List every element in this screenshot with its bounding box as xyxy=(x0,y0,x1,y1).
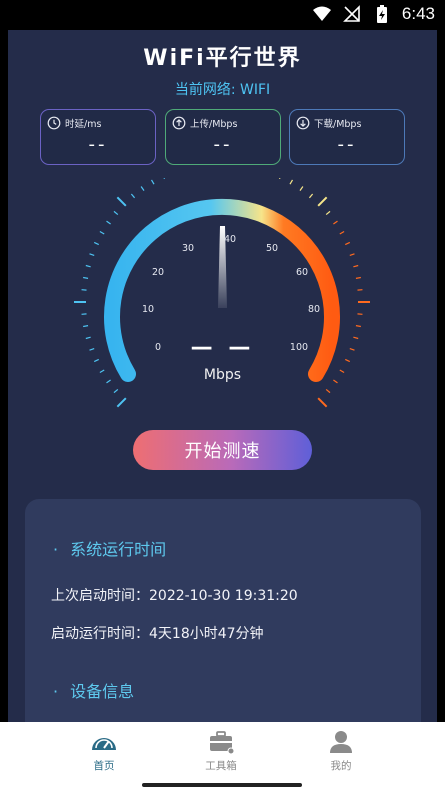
gauge-tick xyxy=(130,193,136,199)
scale-label-50: 50 xyxy=(266,243,278,254)
gauge-tick xyxy=(150,179,155,185)
app-screen: WiFi平行世界 当前网络: WIFI 时延/ms -- 上传/Mbps -- … xyxy=(8,30,437,793)
tab-mine-label: 我的 xyxy=(330,760,352,772)
gauge-tick xyxy=(325,388,331,394)
gauge-tick xyxy=(83,276,89,279)
user-icon xyxy=(330,731,352,753)
download-value: -- xyxy=(337,134,357,155)
tab-toolbox[interactable]: 工具箱 xyxy=(191,728,251,773)
gauge-tick xyxy=(355,325,361,328)
scale-label-40: 40 xyxy=(224,234,236,245)
device-section-label: 设备信息 xyxy=(70,682,135,701)
gauge-tick xyxy=(113,388,119,394)
bullet-dot: · xyxy=(53,540,59,559)
bullet-dot: · xyxy=(53,682,59,701)
tab-home[interactable]: 首页 xyxy=(74,728,134,773)
latency-card: 时延/ms -- xyxy=(40,109,156,165)
gauge-tick xyxy=(83,325,89,328)
scale-label-10: 10 xyxy=(142,304,154,315)
speed-unit: Mbps xyxy=(203,367,242,383)
download-label: 下载/Mbps xyxy=(314,119,362,130)
gauge-tick xyxy=(140,186,145,191)
scale-label-80: 80 xyxy=(308,304,320,315)
upload-label: 上传/Mbps xyxy=(190,119,238,130)
uptime-section-label: 系统运行时间 xyxy=(70,540,167,559)
gauge-tick xyxy=(113,210,119,216)
gauge-tick xyxy=(89,253,95,257)
gauge-tick xyxy=(116,196,127,207)
download-card: 下载/Mbps -- xyxy=(289,109,405,165)
latency-label: 时延/ms xyxy=(65,119,102,130)
latency-value: -- xyxy=(88,134,108,155)
last-boot-row: 上次启动时间：2022-10-30 19:31:20 xyxy=(51,585,298,605)
clock-icon xyxy=(47,116,61,130)
scale-label-30: 30 xyxy=(182,243,194,254)
speed-readout: — — xyxy=(190,335,255,360)
uptime-section-title: · 系统运行时间 xyxy=(53,536,166,560)
gauge-tick xyxy=(325,210,331,216)
scale-label-60: 60 xyxy=(296,267,308,278)
gauge-tick xyxy=(339,230,345,235)
device-section-title: · 设备信息 xyxy=(53,678,134,702)
gauge-tick xyxy=(93,241,99,246)
gauge-tick xyxy=(353,264,359,268)
tab-toolbox-label: 工具箱 xyxy=(205,760,237,772)
speedometer-icon xyxy=(92,738,116,750)
home-indicator xyxy=(142,783,302,787)
gauge-tick xyxy=(163,178,166,179)
gauge-tick xyxy=(278,178,281,179)
upload-icon xyxy=(172,116,186,130)
gauge-tick xyxy=(308,193,314,199)
battery-charging-icon xyxy=(376,5,387,23)
gauge-tick xyxy=(349,253,355,257)
gauge-tick xyxy=(299,186,304,191)
gauge-tick xyxy=(99,230,105,235)
last-boot-value: 2022-10-30 19:31:20 xyxy=(149,588,298,604)
gauge-tick xyxy=(317,397,328,408)
gauge-tick xyxy=(333,220,338,225)
app-title: WiFi平行世界 xyxy=(143,46,302,71)
gauge-tick xyxy=(85,264,91,268)
no-signal-icon xyxy=(342,5,360,22)
tab-home-label: 首页 xyxy=(93,760,115,772)
gauge-tick xyxy=(106,220,111,225)
upload-value: -- xyxy=(213,134,233,155)
uptime-label: 启动运行时间： xyxy=(51,626,149,642)
gauge-tick xyxy=(345,241,351,246)
download-icon xyxy=(296,116,310,130)
uptime-value: 4天18小时47分钟 xyxy=(149,626,264,642)
clock-time: 6:43 xyxy=(401,4,435,23)
last-boot-label: 上次启动时间： xyxy=(51,588,149,604)
gauge-tick xyxy=(355,276,361,279)
gauge-tick xyxy=(116,397,127,408)
tab-mine[interactable]: 我的 xyxy=(311,728,371,773)
scale-label-20: 20 xyxy=(152,267,164,278)
wifi-icon xyxy=(312,6,331,21)
gauge-tick xyxy=(289,179,294,185)
start-test-button[interactable]: 开始测速 xyxy=(133,430,312,470)
toolbox-icon xyxy=(210,731,235,755)
bottom-navigation: 首页 工具箱 我的 xyxy=(0,722,445,793)
gauge-tick xyxy=(317,196,328,207)
upload-card: 上传/Mbps -- xyxy=(165,109,281,165)
speed-gauge: 0 10 20 30 40 50 60 80 100 xyxy=(74,178,370,408)
uptime-row: 启动运行时间：4天18小时47分钟 xyxy=(51,623,264,643)
status-bar: 6:43 xyxy=(0,0,445,30)
current-network: 当前网络: WIFI xyxy=(174,82,271,98)
